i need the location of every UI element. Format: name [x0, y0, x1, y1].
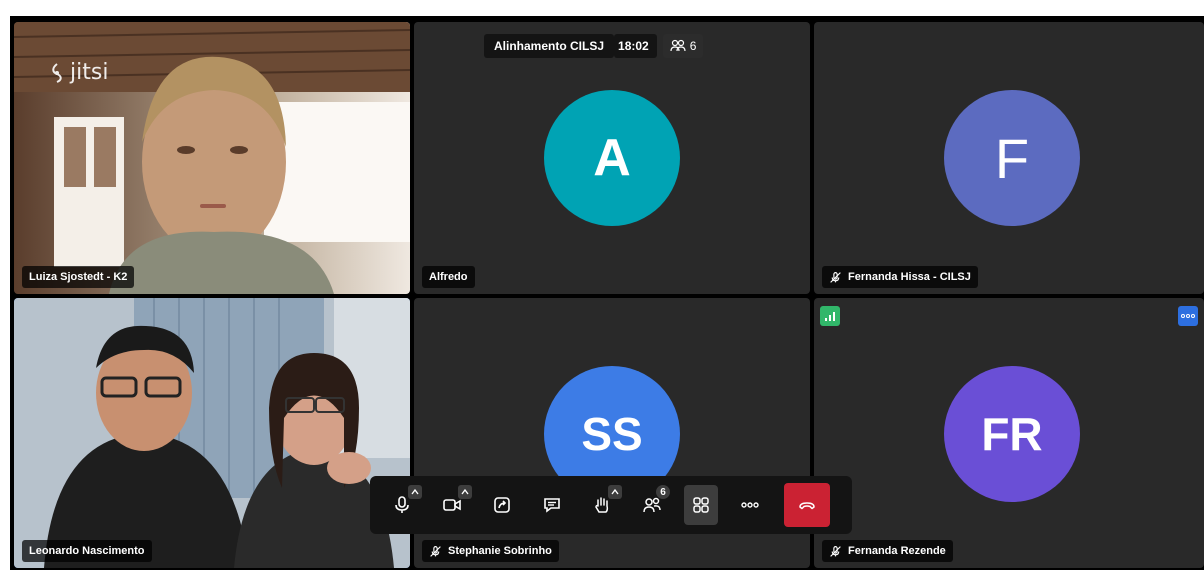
video-settings-button[interactable]: [458, 485, 472, 499]
more-dots-icon: [741, 502, 759, 508]
signal-bars-icon: [825, 312, 835, 321]
participant-name: Stephanie Sobrinho: [448, 545, 552, 557]
jitsi-logo: jitsi: [48, 60, 108, 85]
participant-avatar: FR: [944, 366, 1080, 502]
participants-icon: [670, 39, 686, 52]
audio-settings-button[interactable]: [408, 485, 422, 499]
avatar-initials: SS: [581, 408, 643, 460]
participant-name: Alfredo: [429, 271, 468, 283]
jitsi-logo-text: jitsi: [70, 60, 109, 85]
participant-tile-fernanda-rezende[interactable]: FR Fernanda Rezende: [814, 298, 1204, 568]
hangup-button[interactable]: [784, 483, 830, 527]
share-screen-icon: [494, 497, 510, 513]
avatar-initials: F: [994, 126, 1030, 190]
camera-button[interactable]: [428, 483, 476, 527]
participant-tile-fernanda-hissa[interactable]: F Fernanda Hissa - CILSJ: [814, 22, 1204, 294]
participants-button[interactable]: 6: [628, 483, 676, 527]
participant-name: Leonardo Nascimento: [29, 545, 145, 557]
participant-tile-leonardo[interactable]: Leonardo Nascimento: [14, 298, 410, 568]
more-dots-icon: [1181, 314, 1195, 318]
meeting-info-bar: Alinhamento CILSJ 18:02 6: [484, 33, 704, 59]
more-actions-button[interactable]: [726, 483, 774, 527]
chevron-up-icon: [411, 488, 419, 495]
participant-name-tag: Fernanda Rezende: [822, 540, 953, 562]
hangup-icon: [799, 502, 815, 510]
share-screen-button[interactable]: [478, 483, 526, 527]
mic-muted-icon: [830, 271, 841, 283]
participant-name: Fernanda Hissa - CILSJ: [848, 271, 971, 283]
participant-avatar: F: [944, 90, 1080, 226]
meeting-timer: 18:02: [614, 34, 657, 58]
meeting-toolbar: 6: [370, 476, 852, 534]
chat-icon: [544, 498, 560, 513]
participant-name: Fernanda Rezende: [848, 545, 946, 557]
mic-muted-icon: [430, 545, 441, 557]
participant-tile-alfredo[interactable]: A Alfredo: [414, 22, 810, 294]
participant-name: Luiza Sjostedt - K2: [29, 271, 128, 283]
participant-name-tag: Alfredo: [422, 266, 475, 288]
participants-count-value: 6: [689, 39, 697, 53]
meeting-title: Alinhamento CILSJ: [484, 34, 615, 58]
participant-tile-luiza[interactable]: jitsi Luiza Sjostedt - K2: [14, 22, 410, 294]
participant-video: [14, 298, 410, 568]
mic-muted-icon: [830, 545, 841, 557]
avatar-initials: A: [593, 129, 631, 187]
raise-hand-button[interactable]: [578, 483, 626, 527]
tile-more-button[interactable]: [1178, 306, 1198, 326]
participant-avatar: A: [544, 90, 680, 226]
participants-badge: 6: [656, 485, 670, 499]
connection-indicator[interactable]: [820, 306, 840, 326]
chevron-up-icon: [611, 488, 619, 495]
reactions-button[interactable]: [608, 485, 622, 499]
chevron-up-icon: [461, 488, 469, 495]
chat-button[interactable]: [528, 483, 576, 527]
jitsi-logo-icon: [52, 62, 62, 83]
participant-name-tag: Stephanie Sobrinho: [422, 540, 559, 562]
participant-name-tag: Leonardo Nascimento: [22, 540, 152, 562]
participants-count[interactable]: 6: [662, 34, 704, 58]
avatar-initials: FR: [981, 408, 1043, 460]
tile-view-button[interactable]: [684, 485, 718, 525]
participant-name-tag: Fernanda Hissa - CILSJ: [822, 266, 978, 288]
participant-name-tag: Luiza Sjostedt - K2: [22, 266, 135, 288]
microphone-button[interactable]: [378, 483, 426, 527]
tile-view-icon: [693, 497, 709, 513]
